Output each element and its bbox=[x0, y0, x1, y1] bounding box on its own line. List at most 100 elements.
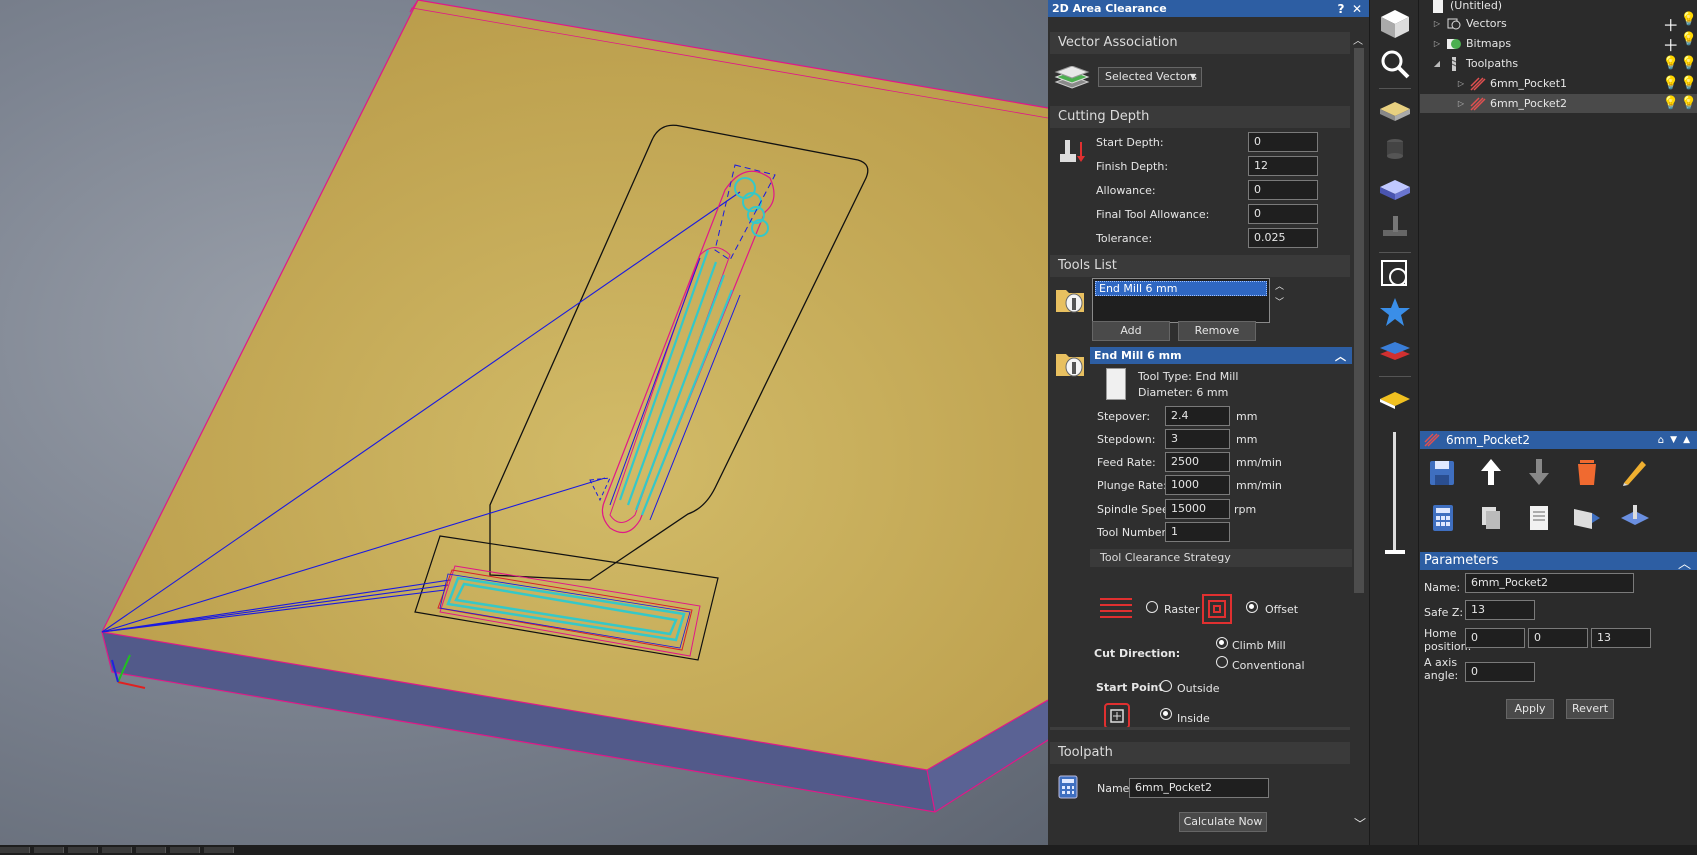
conventional-radio[interactable] bbox=[1216, 656, 1228, 668]
copy-icon[interactable] bbox=[1474, 501, 1508, 535]
conventional-label: Conventional bbox=[1232, 659, 1305, 672]
safe-z-input[interactable]: 13 bbox=[1465, 600, 1535, 620]
stepdown-label: Stepdown: bbox=[1097, 433, 1156, 446]
outside-radio[interactable] bbox=[1160, 680, 1172, 692]
expand-icon[interactable]: ▷ bbox=[1456, 79, 1466, 88]
raster-radio[interactable] bbox=[1146, 601, 1158, 613]
calculator-icon[interactable] bbox=[1426, 501, 1460, 535]
home-icon[interactable]: ⌂ bbox=[1658, 435, 1664, 446]
material-view-icon[interactable] bbox=[1377, 94, 1413, 130]
remove-tool-button[interactable]: Remove bbox=[1178, 321, 1256, 341]
collapse-tree-icon[interactable]: ◢ bbox=[1432, 59, 1442, 68]
feed-rate-input[interactable]: 2500 bbox=[1165, 452, 1230, 472]
tool-edit-icon[interactable] bbox=[1054, 346, 1088, 380]
collapse-icon[interactable]: ︿ bbox=[1335, 348, 1346, 364]
save-icon[interactable] bbox=[1426, 455, 1460, 489]
start-depth-label: Start Depth: bbox=[1096, 136, 1164, 149]
toolpath-view-icon[interactable] bbox=[1377, 382, 1413, 418]
plunge-rate-input[interactable]: 1000 bbox=[1165, 475, 1230, 495]
parameters-heading[interactable]: Parameters ︿ bbox=[1420, 552, 1697, 572]
toolpaths-icon bbox=[1451, 56, 1457, 71]
allowance-input[interactable]: 0 bbox=[1248, 180, 1318, 200]
slider-handle[interactable] bbox=[1385, 550, 1405, 554]
tool-number-input[interactable]: 1 bbox=[1165, 522, 1230, 542]
iso-view-icon[interactable] bbox=[1377, 6, 1413, 42]
home-y-input[interactable]: 0 bbox=[1528, 628, 1588, 648]
axis-angle-input[interactable]: 0 bbox=[1465, 662, 1535, 682]
tree-item-pocket1[interactable]: ▷ 6mm_Pocket1 💡 💡 bbox=[1420, 74, 1697, 93]
notes-icon[interactable] bbox=[1522, 501, 1556, 535]
visibility-bulbs[interactable]: 💡 💡 bbox=[1663, 56, 1697, 71]
tree-item-pocket2[interactable]: ▷ 6mm_Pocket2 💡 💡 bbox=[1420, 94, 1697, 113]
expand-icon[interactable]: ▷ bbox=[1432, 19, 1442, 28]
props-name-input[interactable]: 6mm_Pocket2 bbox=[1465, 573, 1634, 593]
zoom-icon[interactable] bbox=[1377, 46, 1413, 82]
inside-radio[interactable] bbox=[1160, 708, 1172, 720]
feed-rate-unit: mm/min bbox=[1236, 456, 1282, 469]
pin-icon[interactable]: ▲ bbox=[1683, 435, 1690, 445]
tree-item-vectors[interactable]: ▷ Vectors ＋ 💡 bbox=[1420, 12, 1697, 35]
move-up-arrow-icon[interactable] bbox=[1474, 455, 1508, 489]
final-tool-allowance-input[interactable]: 0 bbox=[1248, 204, 1318, 224]
stepdown-input[interactable]: 3 bbox=[1165, 429, 1230, 449]
tree-item-bitmaps[interactable]: ▷ Bitmaps ＋ 💡 bbox=[1420, 32, 1697, 56]
tool-database-icon[interactable] bbox=[1054, 282, 1088, 316]
spindle-speed-input[interactable]: 15000 bbox=[1165, 499, 1230, 519]
plunge-rate-unit: mm/min bbox=[1236, 479, 1282, 492]
scroll-down-icon[interactable]: ﹀ bbox=[1354, 815, 1366, 832]
apply-button[interactable]: Apply bbox=[1506, 699, 1554, 719]
tools-list[interactable]: End Mill 6 mm bbox=[1092, 278, 1270, 323]
panel-scrollbar-thumb[interactable] bbox=[1354, 48, 1364, 593]
calculate-now-button[interactable]: Calculate Now bbox=[1179, 812, 1267, 832]
vector-selection-dropdown[interactable]: Selected Vectors ▼ bbox=[1098, 67, 1202, 87]
tool-header[interactable]: End Mill 6 mm ︿ bbox=[1090, 347, 1352, 364]
edit-icon[interactable] bbox=[1618, 455, 1652, 489]
material-top-face bbox=[102, 0, 1048, 770]
tolerance-input[interactable]: 0.025 bbox=[1248, 228, 1318, 248]
tree-pocket1-label: 6mm_Pocket1 bbox=[1490, 77, 1568, 90]
menu-icon[interactable]: ▼ bbox=[1670, 435, 1677, 445]
tool-visibility-icon[interactable] bbox=[1377, 132, 1413, 168]
home-z-input[interactable]: 13 bbox=[1591, 628, 1651, 648]
stepover-input[interactable]: 2.4 bbox=[1165, 406, 1230, 426]
slider-track[interactable] bbox=[1393, 432, 1396, 552]
visibility-bulbs[interactable]: 💡 💡 bbox=[1663, 96, 1697, 111]
tool-name: End Mill 6 mm bbox=[1094, 349, 1182, 362]
tree-root[interactable]: (Untitled) bbox=[1420, 0, 1697, 15]
props-title: 6mm_Pocket2 bbox=[1446, 433, 1531, 447]
move-down-arrow-icon[interactable] bbox=[1522, 455, 1556, 489]
delete-icon[interactable] bbox=[1570, 455, 1604, 489]
shaded-view-icon[interactable] bbox=[1377, 172, 1413, 208]
move-up-icon[interactable]: ︿ bbox=[1275, 279, 1284, 292]
start-depth-input[interactable]: 0 bbox=[1248, 132, 1318, 152]
scroll-up-icon[interactable]: ︿ bbox=[1353, 32, 1363, 47]
add-tool-button[interactable]: Add bbox=[1092, 321, 1170, 341]
cutting-depth-heading: Cutting Depth bbox=[1050, 106, 1350, 128]
visibility-bulbs[interactable]: ＋ 💡 bbox=[1663, 32, 1697, 56]
layers-view-icon[interactable] bbox=[1377, 334, 1413, 370]
expand-icon[interactable]: ▷ bbox=[1456, 99, 1466, 108]
post-processor-icon[interactable] bbox=[1618, 501, 1652, 535]
feed-rate-label: Feed Rate: bbox=[1097, 456, 1156, 469]
components-icon[interactable] bbox=[1377, 294, 1413, 330]
tools-list-item[interactable]: End Mill 6 mm bbox=[1095, 281, 1267, 296]
finish-depth-input[interactable]: 12 bbox=[1248, 156, 1318, 176]
move-down-icon[interactable]: ﹀ bbox=[1275, 295, 1284, 308]
tree-item-toolpaths[interactable]: ◢ Toolpaths 💡 💡 bbox=[1420, 54, 1697, 73]
home-x-input[interactable]: 0 bbox=[1465, 628, 1525, 648]
simulation-icon[interactable] bbox=[1377, 210, 1413, 246]
collapse-icon[interactable]: ︿ bbox=[1678, 553, 1691, 572]
parameters-heading-label: Parameters bbox=[1424, 553, 1499, 568]
material-model bbox=[101, 0, 1048, 813]
visibility-bulbs[interactable]: 💡 💡 bbox=[1663, 76, 1697, 91]
expand-icon[interactable]: ▷ bbox=[1432, 39, 1442, 48]
preview-icon[interactable] bbox=[1570, 501, 1604, 535]
offset-radio[interactable] bbox=[1246, 601, 1258, 613]
vectors-toggle-icon[interactable] bbox=[1377, 256, 1413, 292]
3d-viewport[interactable] bbox=[0, 0, 1048, 845]
close-button[interactable]: ✕ bbox=[1349, 2, 1365, 16]
revert-button[interactable]: Revert bbox=[1566, 699, 1614, 719]
help-button[interactable]: ? bbox=[1333, 2, 1349, 16]
toolpath-name-input[interactable]: 6mm_Pocket2 bbox=[1129, 778, 1269, 798]
climb-mill-radio[interactable] bbox=[1216, 637, 1228, 649]
